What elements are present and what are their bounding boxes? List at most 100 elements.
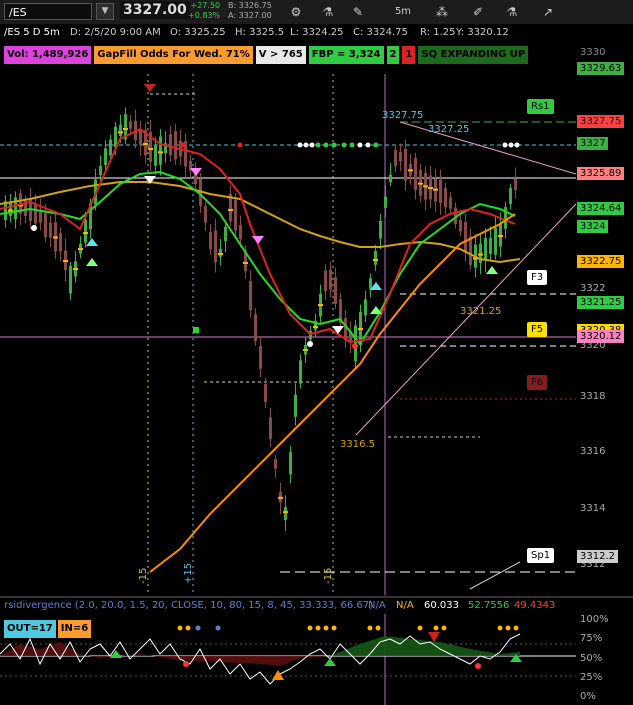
fbp-marker (123, 128, 128, 130)
price-chart[interactable]: -15 +15 -15 (0, 44, 576, 595)
drawing-icon[interactable]: ✐ (468, 2, 488, 22)
rsi-axis-tick: 0% (580, 691, 596, 702)
white-dot-marker (307, 341, 313, 347)
pen-icon[interactable]: ✎ (348, 2, 368, 22)
ask-value: A: 3327.00 (228, 11, 272, 20)
chart-title: /ES 5 D 5m (4, 27, 60, 38)
fbp-marker (143, 143, 148, 145)
candle-body (169, 134, 172, 156)
axis-flag-3320-12: 3320.12 (577, 330, 625, 343)
style-icon[interactable]: ⁂ (432, 2, 452, 22)
candle-body (299, 360, 302, 384)
f5-flag: F5 (527, 322, 548, 337)
axis-flag-3329-63: 3329.63 (577, 62, 625, 75)
rsi-signal-dot (505, 625, 511, 631)
signal-dot (297, 142, 303, 148)
rsi-header: rsidivergence (2.0, 20.0, 1.5, 20, CLOSE… (0, 598, 576, 614)
rsi-na-1: N/A (368, 600, 386, 611)
axis-flag-3325-89: 3325.89 (577, 167, 625, 180)
axis-flag-3327-75: 3327.75 (577, 115, 625, 128)
rsi-na-2: N/A (396, 600, 414, 611)
candle-body (379, 221, 382, 239)
fbp-marker (358, 328, 363, 330)
red-dot-marker (352, 343, 358, 349)
in-count-label: IN=6 (57, 620, 92, 638)
candle-body (44, 212, 47, 238)
studies-icon[interactable]: ⚗ (502, 2, 522, 22)
chart-header: /ES 5 D 5m D: 2/5/20 9:00 AM O: 3325.25 … (0, 24, 633, 42)
candle-body (494, 227, 497, 255)
fbp-marker (53, 236, 58, 239)
green-square-marker (193, 327, 199, 333)
low-value: L: 3324.25 (290, 27, 344, 38)
price-label-3: 3321.25 (460, 306, 502, 317)
signal-dot (180, 142, 186, 148)
candle-body (114, 126, 117, 148)
out-count-label: OUT=17 (4, 620, 56, 638)
rsi-signal-dot (441, 625, 447, 631)
candle-body (109, 139, 112, 156)
white-dot-marker (31, 225, 37, 231)
candle-body (459, 219, 462, 232)
axis-flag-3330: 3330 (580, 47, 606, 58)
signal-dot (508, 142, 514, 148)
symbol-input[interactable]: /ES (4, 3, 92, 20)
candle-body (444, 188, 447, 208)
bid-ask: B: 3326.75 A: 3327.00 (228, 1, 272, 21)
minus15-label-1: -15 (138, 568, 149, 584)
change-percent: +0.83% (188, 11, 221, 20)
candle-body (234, 199, 237, 231)
price-axis[interactable]: 3322 3320 3318 3316 3314 3312 3330 3329.… (576, 44, 633, 595)
y-value: Y: 3320.12 (456, 27, 509, 38)
study-labels: Vol: 1,489,926 GapFill Odds For Wed. 71%… (4, 46, 529, 64)
symbol-dropdown-button[interactable]: ▼ (96, 3, 114, 20)
candle-body (219, 248, 222, 257)
candle-body (489, 238, 492, 254)
rsi-signal-dot (513, 625, 519, 631)
candle-body (374, 251, 377, 265)
rsi-axis[interactable]: 100% 75% 50% 25% 0% (576, 598, 633, 705)
candle-body (274, 459, 277, 469)
axis-flag-3312-2: 3312.2 (577, 550, 618, 563)
axis-flag-3324: 3324 (577, 220, 609, 233)
toolbar: /ES ▼ 3327.00 +27.50 +0.83% B: 3326.75 A: … (0, 0, 633, 41)
fbp-marker (418, 182, 423, 185)
price-label-2: 3327.25 (428, 124, 470, 135)
candle-body (214, 230, 217, 263)
minus15-label-2: -15 (323, 568, 334, 584)
fbp-marker (118, 131, 123, 134)
signal-dot (341, 142, 347, 148)
rsi-signal-dot (433, 625, 439, 631)
price-label-high: 3327.75 (382, 110, 424, 121)
fbp-marker (408, 169, 413, 172)
fbp-marker (158, 151, 163, 154)
signal-dot (315, 142, 321, 148)
fbp-marker (318, 304, 323, 306)
f6-flag: F6 (527, 375, 548, 390)
signal-dot (323, 142, 329, 148)
rsi-signal-dot (307, 625, 313, 631)
patterns-icon[interactable]: ↗ (538, 2, 558, 22)
candle-body (464, 222, 467, 253)
flask-icon[interactable]: ⚗ (318, 2, 338, 22)
fbp-marker (478, 253, 483, 256)
interval-selector[interactable]: 5m (388, 2, 418, 22)
candle-body (364, 299, 367, 316)
gear-icon[interactable]: ⚙ (286, 2, 306, 22)
rsi-value-1: 60.033 (424, 600, 459, 611)
rsi-value-2: 52.7556 (468, 600, 510, 611)
volume-label: Vol: 1,489,926 (4, 46, 92, 64)
signal-dot (373, 142, 379, 148)
candle-body (204, 206, 207, 223)
rsi-signal-dot (497, 625, 503, 631)
rsi-axis-tick: 100% (580, 614, 609, 625)
fbp-marker (148, 148, 153, 150)
rsi-signal-dot (315, 625, 321, 631)
candle-body (414, 157, 417, 191)
candle-body (209, 231, 212, 250)
fbp-label: FBP = 3,324 (308, 46, 384, 64)
candle-body (509, 188, 512, 204)
candle-body (129, 121, 132, 129)
red-dot-marker (183, 661, 189, 667)
fbp-marker (63, 260, 68, 262)
